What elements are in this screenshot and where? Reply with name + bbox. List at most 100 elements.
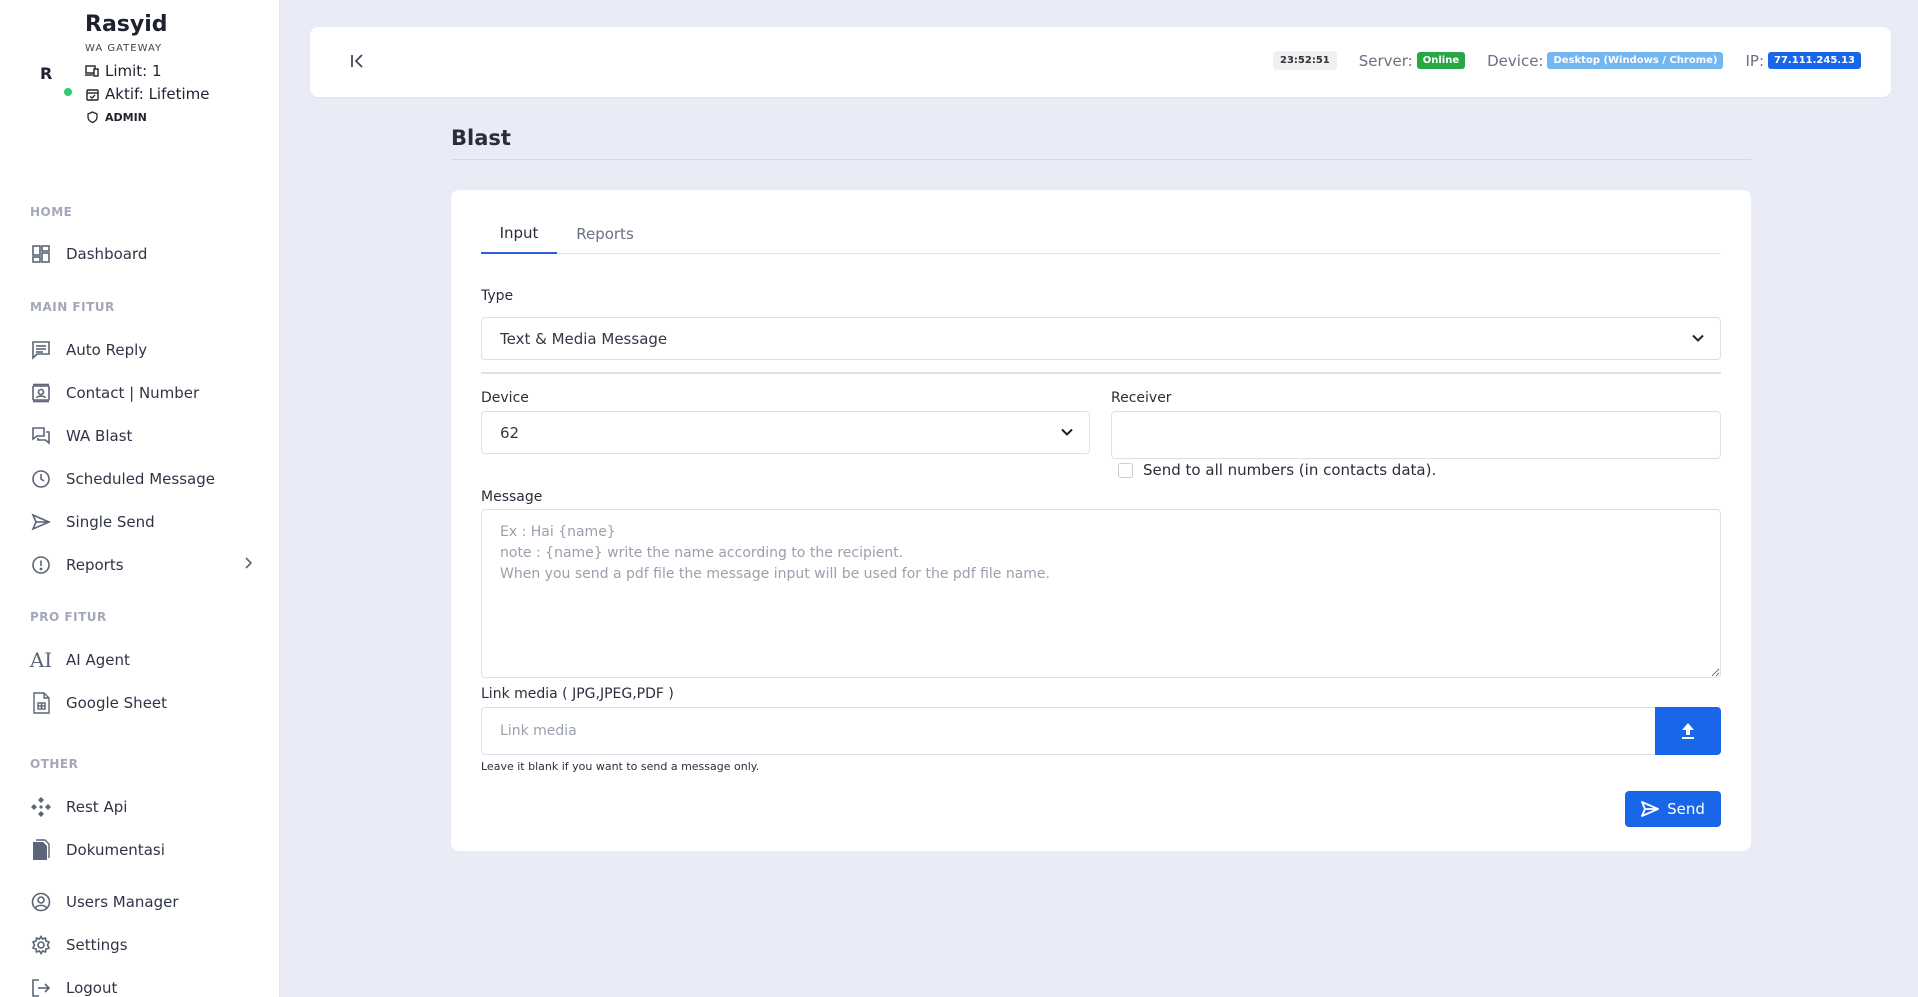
section-other: OTHER xyxy=(30,757,79,771)
sidebar-item-label: Auto Reply xyxy=(66,341,148,359)
sidebar-item-label: WA Blast xyxy=(66,427,133,445)
sidebar-item-label: Scheduled Message xyxy=(66,470,215,488)
sidebar-item-logout[interactable]: Logout xyxy=(30,973,252,997)
type-select-value: Text & Media Message xyxy=(500,329,668,348)
profile-limit: Limit: 1 xyxy=(85,62,162,80)
shield-icon xyxy=(85,110,99,124)
user-profile: R Rasyid WA GATEWAY Limit: 1 Aktif: Life… xyxy=(28,12,268,132)
sidebar-item-label: Google Sheet xyxy=(66,694,168,712)
server-label: Server: xyxy=(1358,51,1413,70)
devices-icon xyxy=(85,64,99,78)
sidebar-item-label: Dashboard xyxy=(66,245,148,263)
sidebar-item-label: Settings xyxy=(66,936,128,954)
tab-input[interactable]: Input xyxy=(481,214,557,254)
profile-role-text: ADMIN xyxy=(105,110,147,124)
send-all-checkbox[interactable] xyxy=(1118,463,1133,478)
section-home: HOME xyxy=(30,205,73,219)
form-tabs: Input Reports xyxy=(481,214,1721,254)
type-label: Type xyxy=(481,288,514,304)
server-status-badge: Online xyxy=(1416,52,1466,69)
server-status: Server: Online xyxy=(1358,51,1466,70)
sidebar-item-scheduled-message[interactable]: Scheduled Message xyxy=(30,464,252,494)
chevron-down-icon xyxy=(1690,330,1706,346)
profile-subtitle: WA GATEWAY xyxy=(85,43,163,54)
tab-reports[interactable]: Reports xyxy=(563,214,647,254)
sidebar-item-reports[interactable]: Reports xyxy=(30,550,253,580)
profile-role: ADMIN xyxy=(85,110,147,124)
sidebar-item-settings[interactable]: Settings xyxy=(30,930,252,960)
receiver-input[interactable] xyxy=(1111,411,1721,459)
clock-icon xyxy=(30,468,52,490)
device-select[interactable]: 62 xyxy=(481,411,1090,454)
calendar-check-icon xyxy=(85,87,99,101)
profile-limit-text: Limit: 1 xyxy=(105,62,162,80)
ip-label: IP: xyxy=(1745,51,1765,70)
send-icon xyxy=(30,511,52,533)
title-divider xyxy=(451,159,1751,160)
profile-name: Rasyid xyxy=(85,12,168,37)
send-button[interactable]: Send xyxy=(1625,791,1721,827)
sidebar-item-label: Rest Api xyxy=(66,798,128,816)
chevron-right-icon xyxy=(244,557,253,573)
send-icon xyxy=(1641,801,1660,817)
section-divider xyxy=(481,372,1721,374)
device-label: Device xyxy=(481,390,529,406)
gear-icon xyxy=(30,934,52,956)
clock-badge: 23:52:51 xyxy=(1273,51,1337,70)
sidebar-item-label: Reports xyxy=(66,556,124,574)
api-nodes-icon xyxy=(30,796,52,818)
dashboard-icon xyxy=(30,243,52,265)
message-icon xyxy=(30,339,52,361)
collapse-left-icon xyxy=(351,54,363,68)
topbar: 23:52:51 Server: Online Device: Desktop … xyxy=(310,27,1891,97)
avatar: R xyxy=(40,64,53,83)
type-select[interactable]: Text & Media Message xyxy=(481,317,1721,360)
sidebar-item-label: Users Manager xyxy=(66,893,179,911)
status-group: 23:52:51 Server: Online Device: Desktop … xyxy=(1273,51,1861,70)
sidebar-item-contact[interactable]: Contact | Number xyxy=(30,378,252,408)
profile-active: Aktif: Lifetime xyxy=(85,85,210,103)
send-all-label: Send to all numbers (in contacts data). xyxy=(1143,461,1437,479)
section-pro: PRO FITUR xyxy=(30,610,107,624)
device-badge: Desktop (Windows / Chrome) xyxy=(1547,52,1724,69)
blast-form-card: Input Reports Type Text & Media Message … xyxy=(451,190,1751,851)
sidebar-item-ai-agent[interactable]: AI AI Agent xyxy=(30,645,252,675)
ip-status: IP: 77.111.245.13 xyxy=(1745,52,1861,70)
sidebar-item-label: AI Agent xyxy=(66,651,130,669)
user-circle-icon xyxy=(30,891,52,913)
sidebar-item-label: Contact | Number xyxy=(66,384,200,402)
upload-icon xyxy=(1682,723,1694,739)
page-title: Blast xyxy=(451,126,511,150)
alert-circle-icon xyxy=(30,554,52,576)
sidebar-item-google-sheet[interactable]: Google Sheet xyxy=(30,688,252,718)
upload-button[interactable] xyxy=(1655,707,1721,755)
contact-card-icon xyxy=(30,382,52,404)
media-help-text: Leave it blank if you want to send a mes… xyxy=(481,760,760,773)
collapse-sidebar-button[interactable] xyxy=(348,50,368,72)
sidebar-item-single-send[interactable]: Single Send xyxy=(30,507,252,537)
device-label: Device: xyxy=(1487,51,1544,70)
sidebar-item-dokumentasi[interactable]: Dokumentasi xyxy=(30,835,252,865)
media-label: Link media ( JPG,JPEG,PDF ) xyxy=(481,686,674,702)
device-select-value: 62 xyxy=(500,423,520,442)
sidebar-item-wa-blast[interactable]: WA Blast xyxy=(30,421,252,451)
chat-bubbles-icon xyxy=(30,425,52,447)
spreadsheet-file-icon xyxy=(30,692,52,714)
sidebar-item-auto-reply[interactable]: Auto Reply xyxy=(30,335,252,365)
message-textarea[interactable] xyxy=(481,509,1721,678)
sidebar-item-label: Dokumentasi xyxy=(66,841,165,859)
ip-badge: 77.111.245.13 xyxy=(1768,52,1861,69)
logout-icon xyxy=(30,977,52,997)
sidebar-item-label: Single Send xyxy=(66,513,155,531)
media-link-input[interactable] xyxy=(481,707,1656,755)
send-button-label: Send xyxy=(1667,800,1705,818)
ai-icon: AI xyxy=(29,648,53,672)
device-status: Device: Desktop (Windows / Chrome) xyxy=(1487,51,1724,70)
sidebar-item-dashboard[interactable]: Dashboard xyxy=(30,239,252,269)
sidebar-item-rest-api[interactable]: Rest Api xyxy=(30,792,252,822)
profile-active-text: Aktif: Lifetime xyxy=(105,85,210,103)
receiver-label: Receiver xyxy=(1111,390,1172,406)
sidebar-item-users-manager[interactable]: Users Manager xyxy=(30,887,252,917)
online-indicator xyxy=(64,88,72,96)
chevron-down-icon xyxy=(1059,424,1075,440)
